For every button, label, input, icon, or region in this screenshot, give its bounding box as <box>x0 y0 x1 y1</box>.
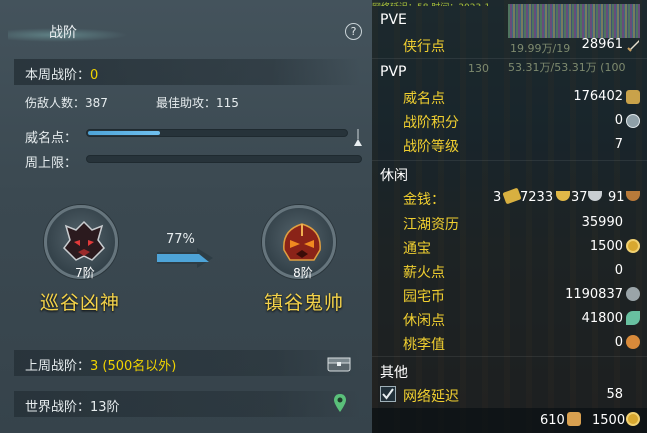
coin-icon <box>626 412 640 426</box>
world-rank: 世界战阶：13阶 <box>25 400 120 415</box>
xiahang-label: 侠行点 <box>403 39 445 55</box>
fame-progress-bar <box>86 129 348 137</box>
xiuxian-label: 休闲点 <box>403 313 445 329</box>
next-rank-name: 镇谷鬼帅 <box>264 292 345 314</box>
panel-header: 战阶 ? <box>0 0 372 48</box>
divider <box>372 58 647 59</box>
weekly-cap-label: 周上限： <box>25 156 78 171</box>
fame-token-icon <box>626 90 640 104</box>
section-pvp: PVP <box>380 64 407 80</box>
zhanjie-dengji-label: 战阶等级 <box>403 139 459 155</box>
fame-progress-fill <box>88 131 161 135</box>
best-assist: 最佳助攻：115 <box>156 96 239 110</box>
cap-marker-icon <box>354 129 362 146</box>
zhanjie-dengji-value: 7 <box>614 137 623 152</box>
money-brick: 3 <box>493 190 502 205</box>
weiming-label: 威名点 <box>403 91 445 107</box>
this-week-rank-label: 本周战阶：0 <box>25 68 99 83</box>
money-label: 金钱： <box>403 192 445 208</box>
latency-value: 58 <box>606 387 623 402</box>
divider <box>372 160 647 161</box>
bottom-currency-bar: 610 1500 <box>372 408 647 433</box>
zhanjie-jifen-value: 0 <box>614 113 623 128</box>
oni-helmet-icon <box>283 223 321 261</box>
top-status-strip: 网络延迟：58 时间：2023-1 <box>372 0 647 6</box>
progress-arrow-icon <box>157 248 213 268</box>
yuanzhai-label: 园宅币 <box>403 289 445 305</box>
battle-points-icon <box>626 114 640 128</box>
help-icon[interactable]: ? <box>345 23 362 40</box>
xinhuo-value: 0 <box>614 263 623 278</box>
section-other: 其他 <box>380 365 408 381</box>
chest-icon[interactable] <box>327 354 351 372</box>
this-week-rank-value: 0 <box>90 68 99 83</box>
last-week-rank: 上周战阶：3 (500名以外) <box>25 359 177 374</box>
money-copper: 91 <box>608 190 625 205</box>
tongbao-label: 通宝 <box>403 241 431 257</box>
garden-coin-icon <box>626 287 640 301</box>
jianghu-label: 江湖资历 <box>403 217 459 233</box>
zhanjie-jifen-label: 战阶积分 <box>403 115 459 131</box>
weekly-cap-bar <box>86 155 362 163</box>
current-rank-name: 巡谷凶神 <box>40 292 121 314</box>
section-pve: PVE <box>380 12 407 28</box>
taoli-label: 桃李值 <box>403 337 445 353</box>
money-silver: 37 <box>571 190 588 205</box>
check-icon <box>382 388 394 400</box>
ghost-mp-text: 53.31万/53.31万 (100 <box>508 61 626 74</box>
rank-progress-percent: 77% <box>166 232 195 247</box>
map-pin-icon[interactable] <box>333 393 347 413</box>
xiuxian-value: 41800 <box>581 311 623 326</box>
currency-panel: 网络延迟：58 时间：2023-1 19.99万/19 130 53.31万/5… <box>372 0 647 433</box>
last-week-rank-value: 3 (500名以外) <box>90 359 177 374</box>
defeated-count: 伤敌人数：387 <box>25 96 108 110</box>
next-rank-tier: 8阶 <box>293 266 313 280</box>
demon-mask-icon <box>63 220 105 261</box>
jianghu-value: 35990 <box>581 215 623 230</box>
tongbao-value: 1500 <box>589 239 623 254</box>
current-rank-tier: 7阶 <box>75 266 95 280</box>
gourd-icon <box>626 335 640 349</box>
ghost-hp-text: 19.99万/19 <box>510 42 571 55</box>
ghost-level-text: 130 <box>468 62 489 75</box>
taoli-value: 0 <box>614 335 623 350</box>
yuanzhai-value: 1190837 <box>565 287 623 302</box>
xinhuo-label: 薪火点 <box>403 265 445 281</box>
divider <box>372 356 647 357</box>
weiming-value: 176402 <box>573 89 623 104</box>
coin-icon <box>626 239 640 253</box>
rank-panel: 战阶 ? 本周战阶：0 伤敌人数：387 最佳助攻：115 威名点： 周上限： … <box>0 0 372 433</box>
panel-title: 战阶 <box>49 25 77 41</box>
xiahang-value: 28961 <box>581 37 623 52</box>
fame-points-label: 威名点： <box>25 131 78 146</box>
latency-label[interactable]: 网络延迟 <box>403 386 459 406</box>
hand-token-icon <box>567 412 581 426</box>
section-leisure: 休闲 <box>380 168 408 184</box>
leaf-icon <box>626 311 640 325</box>
bottom-right-value: 1500 <box>592 413 626 428</box>
money-gold: 7233 <box>520 190 554 205</box>
bottom-left-value: 610 <box>540 413 565 428</box>
latency-checkbox[interactable] <box>380 386 396 402</box>
sword-icon <box>627 40 639 52</box>
